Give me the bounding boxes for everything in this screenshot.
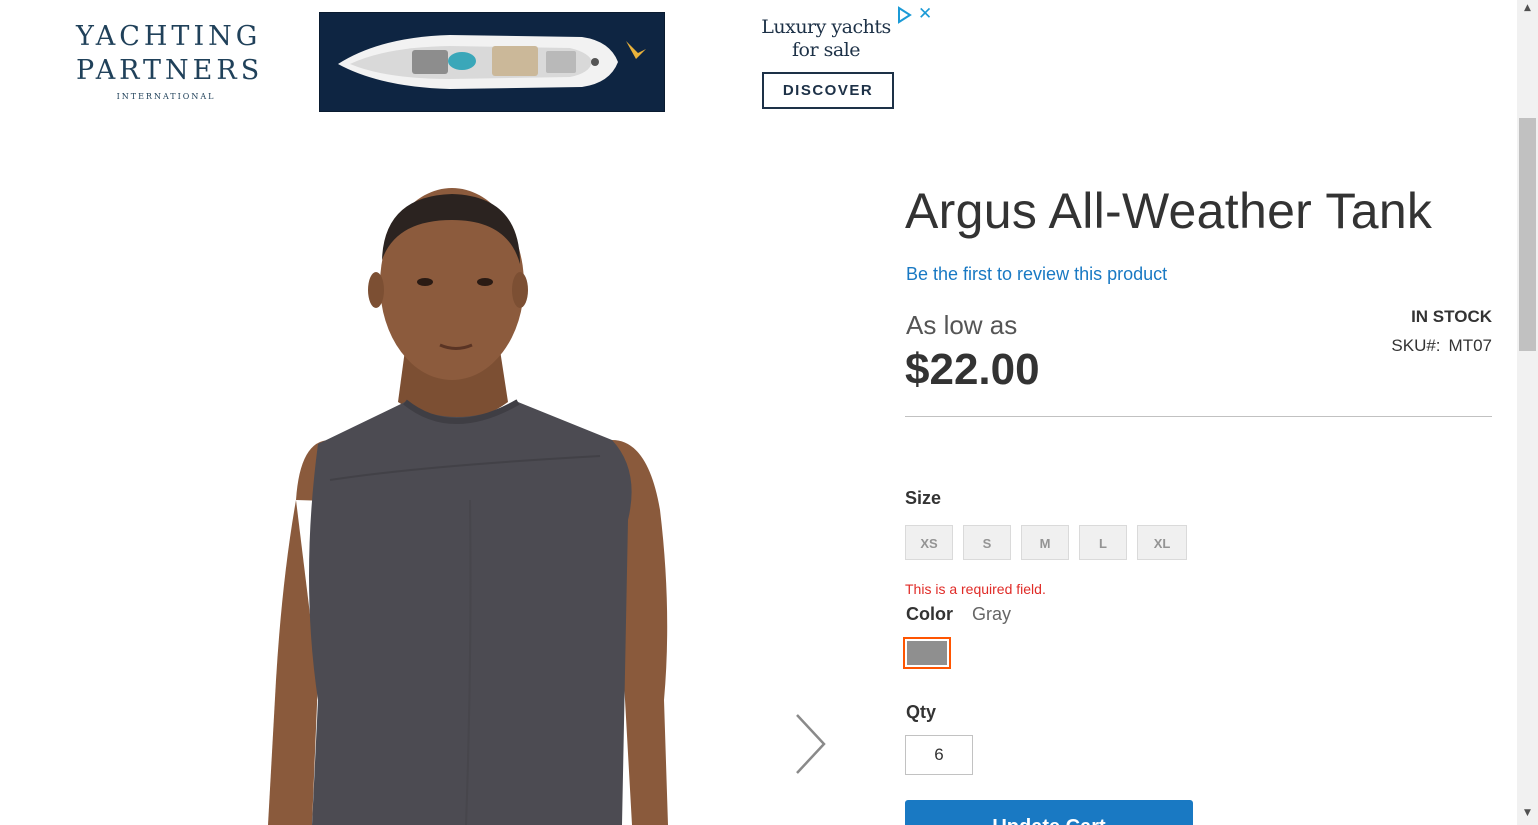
sku-value: MT07 [1448,336,1492,355]
price-value: $22.00 [905,345,1040,394]
chevron-right-icon [796,714,826,774]
size-label: Size [905,488,942,508]
sku-info: SKU#: MT07 [1391,336,1492,356]
gray-swatch-fill [907,641,947,665]
play-triangle-icon [898,6,912,24]
ad-banner[interactable]: YACHTING PARTNERS INTERNATIONAL Luxury y… [20,0,940,120]
ad-discover-button[interactable]: DISCOVER [762,72,894,109]
ad-brand-line1: YACHTING [76,21,262,52]
close-icon[interactable]: ✕ [918,5,932,23]
stock-status: IN STOCK [1411,307,1492,326]
product-title: Argus All-Weather Tank [905,183,1433,239]
scroll-up-arrow[interactable]: ▲ [1517,0,1538,17]
scroll-down-arrow[interactable]: ▼ [1517,805,1538,822]
product-page: YACHTING PARTNERS INTERNATIONAL Luxury y… [0,0,1538,825]
qty-label: Qty [906,702,937,722]
ad-brand-line2: PARTNERS [76,55,264,86]
update-cart-button[interactable]: Update Cart [905,800,1193,825]
vertical-scrollbar[interactable]: ▲ ▼ [1517,0,1538,825]
ad-brand-line3: INTERNATIONAL [116,92,216,101]
color-label: Color [906,604,953,624]
size-option-xl[interactable]: XL [1137,525,1187,560]
sku-label: SKU#: [1391,336,1441,355]
ad-headline[interactable]: Luxury yachts for sale [748,16,904,62]
gallery-next-arrow[interactable] [792,712,828,776]
selected-color-value: Gray [972,604,1012,624]
ad-choices-icon[interactable] [896,6,912,28]
size-option-l[interactable]: L [1079,525,1127,560]
price-label: As low as [906,310,1018,340]
size-option-xs[interactable]: XS [905,525,953,560]
size-option-s[interactable]: S [963,525,1011,560]
ad-brand-logo[interactable]: YACHTING PARTNERS INTERNATIONAL [76,20,264,101]
color-option-gray[interactable] [903,637,951,669]
size-required-error: This is a required field. [905,581,1046,597]
review-link[interactable]: Be the first to review this product [906,264,1167,285]
size-swatches: XS S M L XL [905,525,1197,562]
yacht-illustration [320,13,664,111]
size-option-m[interactable]: M [1021,525,1069,560]
qty-input[interactable] [905,735,973,775]
product-image [268,188,668,825]
product-gallery[interactable] [0,140,860,825]
price-divider [905,416,1492,417]
scroll-thumb[interactable] [1519,118,1536,351]
ad-yacht-image[interactable] [319,12,665,112]
